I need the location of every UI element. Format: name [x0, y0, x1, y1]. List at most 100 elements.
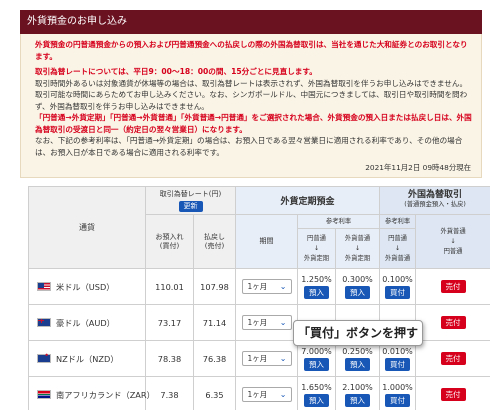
header-fx-to-yen-arrow: ↓: [450, 237, 456, 245]
term-select-value: 1ヶ月: [247, 318, 268, 327]
sell-button[interactable]: 売付: [440, 316, 466, 329]
chevron-down-icon: ⌄: [279, 354, 287, 363]
deposit-button[interactable]: 預入: [304, 285, 329, 299]
rate-value: 1.650%: [301, 382, 332, 392]
currency-cell: 米ドル（USD）: [28, 268, 146, 305]
header-fx-to-fixed-to: 外貨定期: [344, 254, 371, 262]
sell-rate: 107.98: [193, 268, 236, 305]
header-yen-to-fx: 円普通 ↓ 外貨普通: [379, 228, 417, 269]
sell-button[interactable]: 売付: [440, 352, 466, 365]
au-flag-icon: [37, 317, 51, 327]
currency-cell: NZドル（NZD）: [28, 340, 146, 377]
currency-name: 米ドル（USD）: [56, 281, 115, 292]
currency-name: 南アフリカランド（ZAR）: [56, 389, 155, 400]
header-yen-to-fixed: 円普通 ↓ 外貨定期: [297, 228, 336, 269]
buy-rate: 73.17: [145, 304, 194, 341]
term-cell: 1ヶ月 ⌄: [235, 340, 298, 377]
buy-button[interactable]: 買付: [385, 357, 411, 371]
sell-button[interactable]: 売付: [440, 280, 466, 293]
header-rate-label: 取引為替レート(円): [159, 189, 222, 198]
fx-sell-cell: 売付: [415, 304, 490, 341]
term-select-value: 1ヶ月: [247, 282, 268, 291]
header-deposit: お預入れ (買付): [145, 214, 194, 269]
fx-sell-cell: 売付: [415, 376, 490, 410]
notice-rate-schedule: 取引為替レートについては、平日9：00〜18：00の間、15分ごとに見直します。: [35, 67, 317, 76]
term-select-value: 1ヶ月: [247, 390, 268, 399]
fixed-from-yen-cell: 1.250% 預入: [297, 268, 336, 305]
fx-sell-cell: 売付: [415, 340, 490, 377]
chevron-down-icon: ⌄: [279, 282, 287, 291]
currency-cell: 南アフリカランド（ZAR）: [28, 376, 155, 410]
header-ref-rate-fx: 参考利率: [379, 214, 417, 229]
term-select[interactable]: 1ヶ月 ⌄: [241, 387, 292, 402]
instruction-callout: 「買付」ボタンを押す: [293, 320, 423, 346]
header-fx-label: 外国為替取引: [408, 190, 463, 200]
rate-timestamp: 2021年11月2日 09時48分現在: [365, 163, 471, 172]
currency-name: 豪ドル（AUD）: [56, 317, 115, 328]
deposit-button[interactable]: 預入: [304, 357, 329, 371]
header-deposit-label: お預入れ: [155, 232, 184, 241]
header-currency: 通貨: [28, 186, 146, 269]
notice-settlement-text: 「円普通→外貨定期」「円普通→外貨普通」「外貨普通→円普通」をご選択された場合、…: [35, 113, 472, 134]
header-withdraw-sub: (売付): [204, 241, 225, 250]
header-fx-sub: (普通預金預入・払戻): [404, 201, 466, 208]
header-withdraw: 払戻し (売付): [193, 214, 236, 269]
header-deposit-sub: (買付): [159, 241, 180, 250]
screenshot-frame: 外貨預金のお申し込み 外貨預金の円普通預金からの預入および円普通預金への払戻しの…: [0, 0, 490, 410]
rate-value: 7.000%: [301, 346, 332, 356]
us-flag-icon: [37, 281, 51, 291]
rate-value: 2.100%: [342, 382, 373, 392]
rate-value: 1.250%: [301, 274, 332, 284]
term-select-value: 1ヶ月: [247, 354, 268, 363]
table-row: 米ドル（USD） 110.01 107.98 1ヶ月 ⌄ 1.250% 預入 0.3…: [28, 268, 490, 305]
table-row: 南アフリカランド（ZAR） 7.38 6.35 1ヶ月 ⌄ 1.650% 預入 2.…: [28, 376, 490, 410]
header-fx-to-yen-to: 円普通: [443, 247, 463, 255]
chevron-down-icon: ⌄: [279, 318, 287, 327]
chevron-down-icon: ⌄: [279, 390, 287, 399]
term-select[interactable]: 1ヶ月 ⌄: [241, 315, 292, 330]
rate-value: 0.100%: [382, 274, 413, 284]
notice-reference-rate-text: なお、下記の参考利率は、「円普通→外貨定期」の場合は、お預入日である翌々営業日に…: [35, 136, 463, 157]
notice-dealer-text: 外貨預金の円普通預金からの預入および円普通預金への払戻しの際の外国為替取引は、当…: [35, 40, 468, 61]
term-cell: 1ヶ月 ⌄: [235, 268, 298, 305]
header-yen-to-fixed-to: 外貨定期: [303, 254, 330, 262]
currency-cell: 豪ドル（AUD）: [28, 304, 146, 341]
nz-flag-icon: [37, 351, 51, 363]
rate-value: 0.300%: [342, 274, 373, 284]
page-title: 外貨預金のお申し込み: [20, 10, 482, 34]
header-yen-to-fx-from: 円普通: [388, 234, 407, 242]
fx-buy-cell: 1.000% 買付: [379, 376, 417, 410]
header-fx-to-fixed-arrow: ↓: [354, 244, 361, 252]
header-term: 期間: [235, 214, 298, 269]
update-button[interactable]: 更新: [178, 200, 203, 212]
rate-value: 1.000%: [382, 382, 413, 392]
table-row: NZドル（NZD） 78.38 76.38 1ヶ月⌄ 7.000%預入 0.25…: [28, 340, 490, 377]
term-cell: 1ヶ月 ⌄: [235, 376, 298, 410]
fx-sell-cell: 売付: [415, 268, 490, 305]
deposit-button[interactable]: 預入: [345, 357, 371, 371]
deposit-button[interactable]: 預入: [345, 393, 371, 407]
fixed-from-fx-cell: 2.100% 預入: [334, 376, 381, 410]
header-yen-to-fx-to: 外貨普通: [384, 254, 411, 262]
header-fx-to-yen: 外貨普通 ↓ 円普通: [415, 214, 490, 269]
za-flag-icon: [37, 389, 51, 399]
header-yen-to-fixed-arrow: ↓: [313, 244, 320, 252]
deposit-button[interactable]: 預入: [304, 393, 329, 407]
fixed-from-yen-cell: 1.650% 預入: [297, 376, 336, 410]
buy-rate: 78.38: [145, 340, 194, 377]
header-yen-to-fx-arrow: ↓: [394, 244, 401, 252]
buy-button[interactable]: 買付: [385, 393, 411, 407]
sell-button[interactable]: 売付: [440, 388, 466, 401]
header-fx-to-fixed-from: 外貨普通: [344, 234, 371, 242]
header-fixed-deposit: 外貨定期預金: [234, 186, 381, 215]
buy-button[interactable]: 買付: [385, 285, 411, 299]
term-select[interactable]: 1ヶ月 ⌄: [241, 279, 292, 294]
rate-value: 0.010%: [382, 346, 413, 356]
rate-value: 0.250%: [342, 346, 373, 356]
deposit-button[interactable]: 預入: [345, 285, 371, 299]
term-select[interactable]: 1ヶ月 ⌄: [241, 351, 292, 366]
header-yen-to-fixed-from: 円普通: [307, 234, 326, 242]
notice-hours-text: 取引時間外あるいは対象通貨が休場等の場合は、取引為替レートは表示されず、外国為替…: [35, 78, 468, 111]
notice-box: 外貨預金の円普通預金からの預入および円普通預金への払戻しの際の外国為替取引は、当…: [20, 34, 482, 178]
sell-rate: 71.14: [193, 304, 236, 341]
